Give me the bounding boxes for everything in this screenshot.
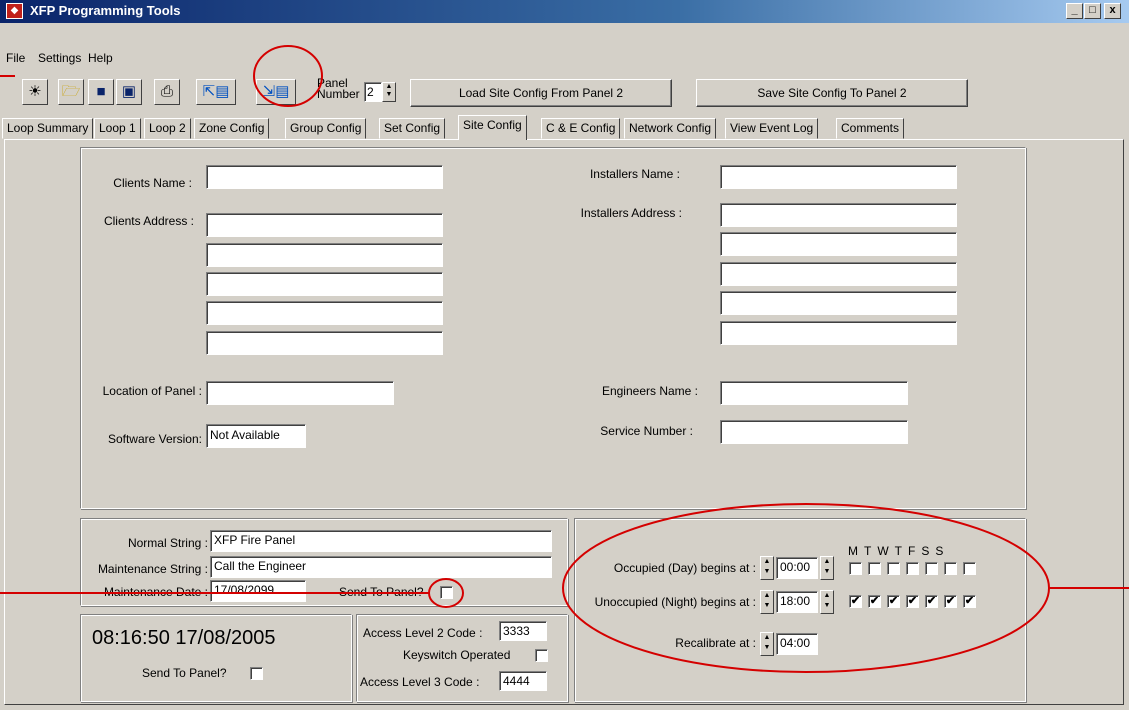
schedule-highlight-ellipse bbox=[562, 503, 1050, 673]
toolbar-highlight-circle bbox=[253, 45, 323, 107]
tab-site-config[interactable]: Site Config bbox=[458, 115, 527, 140]
annotation-overlay bbox=[0, 45, 1129, 673]
app-window: ◆ XFP Programming Tools _ □ x File Setti… bbox=[0, 0, 1129, 710]
send-to-panel-highlight-circle bbox=[428, 578, 464, 608]
